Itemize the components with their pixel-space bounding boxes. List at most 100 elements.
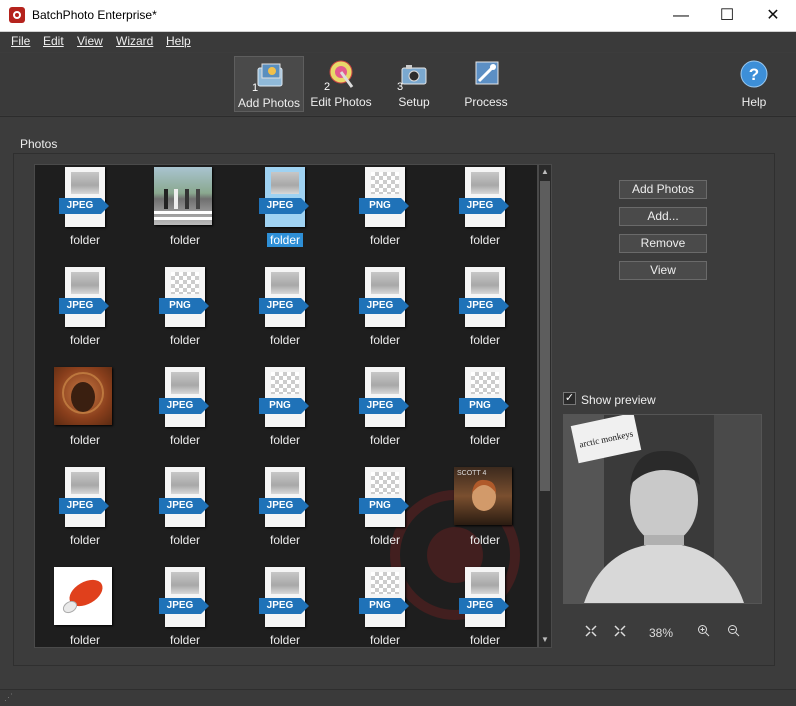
menu-wizard[interactable]: Wizard: [116, 34, 153, 48]
file-preview-art: [371, 172, 399, 194]
maximize-button[interactable]: ☐: [704, 0, 750, 31]
photo-item[interactable]: JPEG folder: [35, 265, 135, 365]
menu-help[interactable]: Help: [166, 34, 191, 48]
file-preview-art: [471, 372, 499, 394]
photo-item[interactable]: JPEG folder: [335, 265, 435, 365]
photo-item[interactable]: JPEG folder: [135, 465, 235, 565]
add-photos-tool-button[interactable]: 1 Add Photos: [234, 56, 304, 112]
process-tool-button[interactable]: Process: [451, 56, 521, 112]
photo-item[interactable]: PNG folder: [335, 165, 435, 265]
photo-caption-text: folder: [69, 333, 101, 347]
photo-caption-text: folder: [469, 333, 501, 347]
remove-button[interactable]: Remove: [619, 234, 707, 253]
help-icon: ?: [739, 59, 769, 89]
photos-group-label: Photos: [20, 137, 58, 151]
photo-thumbnail: JPEG: [59, 467, 109, 527]
setup-icon: 3: [397, 59, 429, 93]
photo-caption: folder: [335, 633, 435, 647]
add-button[interactable]: Add...: [619, 207, 707, 226]
photo-item[interactable]: PNG folder: [135, 265, 235, 365]
photo-grid-scrollbar[interactable]: ▲ ▼: [538, 164, 552, 648]
resize-grip-icon[interactable]: ⋰: [4, 692, 13, 703]
photo-item[interactable]: JPEG folder: [35, 165, 135, 265]
add-photos-button[interactable]: Add Photos: [619, 180, 707, 199]
fit-window-icon[interactable]: [582, 624, 600, 642]
scott4-title: SCOTT 4: [457, 470, 487, 477]
photo-caption-text: folder: [169, 533, 201, 547]
photo-caption: folder: [435, 533, 535, 547]
photo-item[interactable]: PNG folder: [335, 565, 435, 647]
photo-caption-text: folder: [169, 633, 201, 647]
file-preview-art: [471, 172, 499, 194]
zoom-out-icon[interactable]: [724, 624, 742, 642]
png-file-icon: PNG: [159, 267, 209, 327]
photo-item[interactable]: JPEG folder: [235, 265, 335, 365]
file-type-badge: JPEG: [59, 298, 109, 314]
file-preview-art: [371, 272, 399, 294]
photo-item[interactable]: JPEG folder: [135, 365, 235, 465]
photo-album-orange-image: [54, 367, 112, 425]
show-preview-checkbox[interactable]: ✓: [563, 392, 576, 405]
photo-caption-text: folder: [269, 633, 301, 647]
edit-photos-tool-button[interactable]: 2 Edit Photos: [306, 56, 376, 112]
zoom-in-icon[interactable]: [694, 624, 712, 642]
photo-item[interactable]: folder: [35, 365, 135, 465]
photo-caption-text: folder: [169, 333, 201, 347]
photo-thumbnail: [54, 367, 112, 427]
photo-item[interactable]: JPEG folder: [235, 165, 335, 265]
photo-item[interactable]: folder: [35, 565, 135, 647]
view-button[interactable]: View: [619, 261, 707, 280]
photo-item[interactable]: JPEG folder: [435, 565, 535, 647]
photo-item[interactable]: JPEG folder: [235, 465, 335, 565]
close-button[interactable]: ✕: [750, 0, 796, 31]
photo-caption: folder: [135, 633, 235, 647]
file-type-badge: PNG: [459, 398, 509, 414]
photo-item[interactable]: JPEG folder: [435, 165, 535, 265]
photo-item[interactable]: PNG folder: [335, 465, 435, 565]
photo-caption-text: folder: [69, 533, 101, 547]
photo-thumbnail: PNG: [259, 367, 309, 427]
photo-thumbnail: JPEG: [359, 267, 409, 327]
file-preview-art: [471, 572, 499, 594]
scroll-down-icon[interactable]: ▼: [539, 633, 551, 647]
photo-item[interactable]: JPEG folder: [235, 565, 335, 647]
photo-caption-text: folder: [369, 333, 401, 347]
photo-thumbnail: [154, 167, 212, 227]
photo-caption-text: folder: [469, 433, 501, 447]
toolbar-divider: [0, 116, 796, 117]
photo-item[interactable]: folder: [135, 165, 235, 265]
photo-caption-text: folder: [369, 633, 401, 647]
scrollbar-thumb[interactable]: [540, 181, 550, 491]
photo-item[interactable]: JPEG folder: [435, 265, 535, 365]
photo-item[interactable]: SCOTT 4 folder: [435, 465, 535, 565]
photo-caption-text: folder: [469, 533, 501, 547]
step-number: 2: [324, 81, 331, 93]
file-type-badge: JPEG: [59, 198, 109, 214]
photo-grid[interactable]: JPEG folder folder JPEG folder PNG folder JPEG f…: [34, 164, 538, 648]
photo-thumbnail: JPEG: [459, 567, 509, 627]
photo-caption: folder: [235, 233, 335, 247]
photo-item[interactable]: PNG folder: [435, 365, 535, 465]
minimize-button[interactable]: —: [658, 0, 704, 31]
photo-caption: folder: [335, 533, 435, 547]
photo-item[interactable]: JPEG folder: [35, 465, 135, 565]
scroll-up-icon[interactable]: ▲: [539, 165, 551, 179]
help-tool-button[interactable]: ? Help: [719, 56, 789, 112]
photo-caption-text: folder: [369, 433, 401, 447]
photo-caption: folder: [235, 433, 335, 447]
photo-thumbnail: JPEG: [59, 267, 109, 327]
preview-pane: arctic monkeys: [563, 414, 762, 604]
file-type-badge: JPEG: [359, 298, 409, 314]
menu-edit[interactable]: Edit: [43, 34, 64, 48]
photo-item[interactable]: PNG folder: [235, 365, 335, 465]
file-preview-art: [171, 272, 199, 294]
photo-thumbnail: JPEG: [59, 167, 109, 227]
menu-view[interactable]: View: [77, 34, 103, 48]
actual-size-icon[interactable]: [611, 624, 629, 642]
photo-item[interactable]: JPEG folder: [335, 365, 435, 465]
photo-caption: folder: [435, 633, 535, 647]
setup-tool-button[interactable]: 3 Setup: [379, 56, 449, 112]
photo-item[interactable]: JPEG folder: [135, 565, 235, 647]
menu-file[interactable]: File: [11, 34, 30, 48]
file-type-badge: JPEG: [159, 498, 209, 514]
